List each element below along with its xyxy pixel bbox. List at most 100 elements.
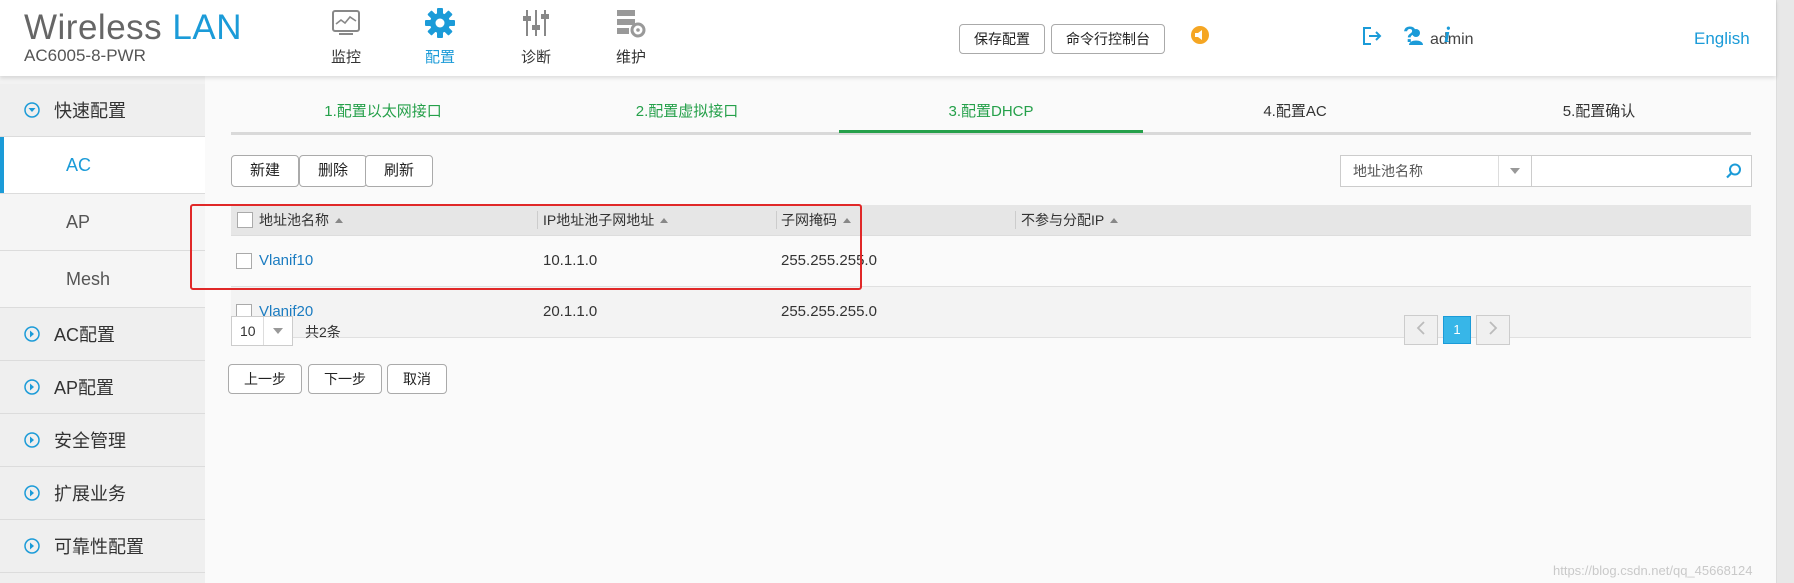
search-icon[interactable]: [1725, 162, 1743, 185]
column-label: 不参与分配IP: [1021, 212, 1105, 228]
gear-icon: [400, 6, 480, 40]
column-excluded-ip[interactable]: 不参与分配IP: [1021, 205, 1119, 235]
pool-mask: 255.255.255.0: [781, 303, 877, 320]
chevron-down-icon: [263, 317, 292, 345]
brand-title-wireless: Wireless: [24, 8, 163, 47]
sidebar-item-label: 可靠性配置: [54, 537, 144, 557]
page-scrollbar[interactable]: [1776, 0, 1794, 583]
prev-step-button[interactable]: 上一步: [228, 364, 302, 394]
sidebar-item-extended-services[interactable]: 扩展业务: [0, 467, 205, 520]
sliders-icon: [496, 6, 576, 40]
table-row[interactable]: Vlanif20 20.1.1.0 255.255.255.0: [231, 287, 1751, 338]
maintenance-icon: [591, 6, 671, 40]
search-input[interactable]: [1532, 155, 1752, 187]
new-button[interactable]: 新建: [231, 155, 300, 187]
prev-page-button[interactable]: [1404, 315, 1438, 345]
delete-button[interactable]: 删除: [299, 155, 368, 187]
total-count: 共2条: [305, 324, 341, 340]
nav-maintain-label: 维护: [615, 49, 646, 66]
main-content: 1.配置以太网接口 2.配置虚拟接口 3.配置DHCP 4.配置AC 5.配置确…: [205, 76, 1776, 583]
brand: Wireless LAN AC6005-8-PWR: [24, 8, 242, 66]
column-label: 地址池名称: [259, 212, 329, 228]
page-size-value: 10: [240, 323, 256, 339]
step-dhcp[interactable]: 3.配置DHCP: [839, 100, 1143, 121]
sidebar-item-label: AC配置: [54, 325, 116, 345]
nav-maintain[interactable]: 维护: [591, 6, 671, 67]
step-ethernet[interactable]: 1.配置以太网接口: [231, 100, 535, 121]
pool-name-link[interactable]: Vlanif10: [259, 236, 313, 286]
table-row[interactable]: Vlanif10 10.1.1.0 255.255.255.0: [231, 236, 1751, 287]
sidebar-item-label: 快速配置: [54, 101, 126, 121]
step-ac[interactable]: 4.配置AC: [1143, 100, 1447, 121]
save-config-button[interactable]: 保存配置: [959, 24, 1045, 54]
column-subnet[interactable]: IP地址池子网地址: [543, 205, 669, 235]
top-header: Wireless LAN AC6005-8-PWR 监控 配置 诊断 维护 保存…: [0, 0, 1776, 76]
sort-icon: [660, 218, 669, 223]
chevron-down-icon: [1498, 156, 1531, 186]
wizard-steps: 1.配置以太网接口 2.配置虚拟接口 3.配置DHCP 4.配置AC 5.配置确…: [231, 90, 1751, 135]
column-divider: [537, 211, 538, 229]
info-icon[interactable]: i: [1444, 22, 1450, 48]
row-checkbox[interactable]: [236, 253, 252, 269]
sidebar-subitem-mesh[interactable]: Mesh: [0, 251, 205, 308]
nav-monitor[interactable]: 监控: [306, 6, 386, 67]
cli-console-button[interactable]: 命令行控制台: [1051, 24, 1165, 54]
watermark: https://blog.csdn.net/qq_45668124: [1553, 563, 1753, 578]
sidebar-item-security[interactable]: 安全管理: [0, 414, 205, 467]
alarm-sound-icon[interactable]: [1190, 25, 1210, 50]
username: admin: [1430, 30, 1474, 48]
pool-mask: 255.255.255.0: [781, 252, 877, 269]
column-label: IP地址池子网地址: [543, 212, 655, 228]
search-field-select[interactable]: 地址池名称: [1340, 155, 1532, 187]
sort-icon: [1110, 218, 1119, 223]
user-menu[interactable]: admin: [1408, 28, 1474, 51]
column-divider: [1015, 211, 1016, 229]
sidebar-item-quick-config[interactable]: 快速配置: [0, 84, 205, 137]
monitor-icon: [306, 6, 386, 40]
nav-config-label: 配置: [424, 49, 455, 66]
chevron-right-circle-icon: [24, 485, 40, 506]
sidebar: 快速配置 AC AP Mesh AC配置 AP配置 安全管理 扩展业务 可靠性配…: [0, 84, 205, 583]
device-model: AC6005-8-PWR: [24, 46, 146, 65]
step-confirm[interactable]: 5.配置确认: [1447, 100, 1751, 121]
brand-title-lan: LAN: [172, 8, 243, 47]
select-all-checkbox[interactable]: [237, 212, 253, 228]
column-pool-name[interactable]: 地址池名称: [259, 205, 343, 235]
sidebar-subitem-label: Mesh: [66, 268, 111, 289]
sidebar-subitem-ap[interactable]: AP: [0, 194, 205, 251]
sidebar-subitem-label: AP: [66, 211, 91, 232]
sidebar-item-reliability[interactable]: 可靠性配置: [0, 520, 205, 573]
brand-title: Wireless LAN: [24, 8, 242, 48]
address-pool-table: 地址池名称 IP地址池子网地址 子网掩码 不参与分配IP Vlanif10 10…: [231, 205, 1751, 338]
column-divider: [776, 211, 777, 229]
chevron-right-circle-icon: [24, 538, 40, 559]
chevron-right-circle-icon: [24, 432, 40, 453]
chevron-right-circle-icon: [24, 326, 40, 347]
next-page-button[interactable]: [1476, 315, 1510, 345]
page-size-select[interactable]: 10: [231, 316, 293, 346]
search-field-label: 地址池名称: [1353, 163, 1423, 179]
help-icon[interactable]: ?: [1403, 22, 1416, 48]
nav-config[interactable]: 配置: [400, 6, 480, 67]
sidebar-subitem-ac[interactable]: AC: [0, 137, 205, 194]
current-step-indicator: [839, 130, 1143, 133]
nav-diagnose-label: 诊断: [520, 49, 551, 66]
nav-monitor-label: 监控: [330, 49, 361, 66]
pool-subnet: 20.1.1.0: [543, 303, 598, 320]
logout-icon[interactable]: [1361, 26, 1383, 51]
sidebar-item-ap-config[interactable]: AP配置: [0, 361, 205, 414]
column-mask[interactable]: 子网掩码: [781, 205, 851, 235]
refresh-button[interactable]: 刷新: [365, 155, 434, 187]
cancel-button[interactable]: 取消: [387, 364, 447, 394]
chevron-right-circle-icon: [24, 379, 40, 400]
step-virtual-interface[interactable]: 2.配置虚拟接口: [535, 100, 839, 121]
next-step-button[interactable]: 下一步: [308, 364, 382, 394]
sidebar-item-label: AP配置: [54, 378, 115, 398]
language-switch[interactable]: English: [1694, 29, 1750, 49]
column-label: 子网掩码: [781, 212, 837, 228]
sidebar-item-label: 扩展业务: [54, 484, 126, 504]
sidebar-item-ac-config[interactable]: AC配置: [0, 308, 205, 361]
chevron-down-circle-icon: [24, 102, 40, 123]
nav-diagnose[interactable]: 诊断: [496, 6, 576, 67]
page-number-current[interactable]: 1: [1443, 316, 1471, 344]
